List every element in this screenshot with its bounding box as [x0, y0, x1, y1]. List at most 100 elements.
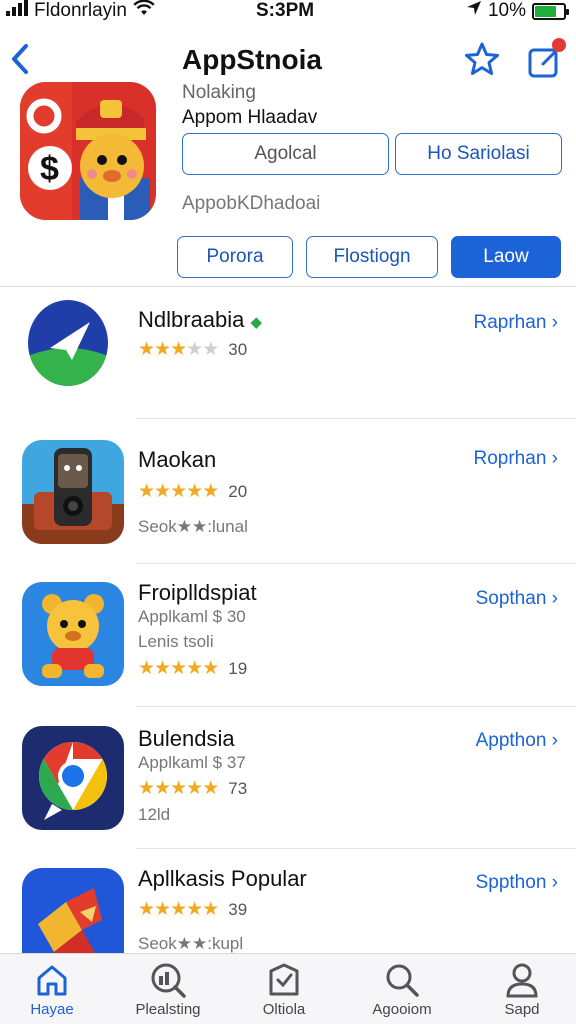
rating-stars: ★★★★★ 39: [138, 898, 247, 921]
header-button-1[interactable]: Agolcal: [182, 133, 389, 175]
shield-icon: [269, 963, 299, 996]
app-name: Maokan: [138, 447, 217, 472]
tab-label: Hayae: [30, 1001, 74, 1018]
row-action-link[interactable]: Appthon ›: [476, 730, 558, 752]
app-name: Froiplldspiat: [138, 580, 257, 605]
row-action-link[interactable]: Sopthan ›: [476, 588, 558, 610]
status-left: Fldonrlayin: [6, 0, 155, 22]
battery-level: [535, 5, 556, 17]
wifi-icon: [133, 0, 155, 22]
rating-count: 20: [228, 481, 248, 501]
tab-search[interactable]: Agooiom: [352, 962, 452, 1018]
app-name: Bulendsia: [138, 726, 235, 751]
cartoon-duck-icon: $: [20, 82, 156, 220]
rating-stars: ★★★★★ 19: [138, 657, 247, 680]
row-divider: [136, 563, 576, 564]
row-divider: [136, 418, 576, 419]
app-subtitle: Nolaking: [182, 82, 256, 103]
status-time: S:3PM: [256, 0, 315, 21]
rating-star-icon: ★: [202, 899, 219, 920]
person-icon: [506, 963, 538, 998]
row-action-link[interactable]: Roprhan ›: [474, 448, 559, 470]
tab-charts[interactable]: Plealsting: [118, 962, 218, 1018]
app-detail-line: Seok★★:kupl: [138, 934, 244, 953]
app-name: Apllkasis Popular: [138, 866, 307, 891]
rating-star-icon: ★: [202, 658, 219, 679]
rating-star-icon: ★: [186, 481, 203, 502]
rating-star-icon: ★: [138, 339, 155, 360]
list-item[interactable]: Maokan ★★★★★ 20 Seok★★:lunal Roprhan ›: [0, 420, 576, 560]
status-bar: Fldonrlayin S:3PM 10%: [0, 0, 576, 24]
tab-label: Sapd: [504, 1001, 540, 1018]
app-meta: AppobKDhadoai: [182, 193, 321, 214]
rating-star-icon: ★: [170, 899, 187, 920]
status-right: 10%: [466, 0, 569, 22]
rating-count: 39: [228, 899, 248, 919]
phone-character-icon: [22, 440, 124, 544]
share-button[interactable]: [524, 38, 568, 80]
rating-star-icon: ★: [202, 481, 219, 502]
tab-label: Oltiola: [262, 1001, 306, 1018]
row-action-link[interactable]: Sppthon ›: [476, 872, 558, 894]
rating-star-icon: ★: [186, 339, 203, 360]
rating-star-icon: ★: [154, 339, 171, 360]
segment-button-3[interactable]: Laow: [451, 236, 561, 278]
tab-label: Plealsting: [135, 1001, 201, 1018]
list-item[interactable]: Apllkasis Popular ★★★★★ 39 Seok★★:kupl S…: [0, 852, 576, 972]
rating-star-icon: ★: [154, 658, 171, 679]
app-detail-line: Applkaml $ 37: [138, 753, 246, 772]
list-item[interactable]: Froiplldspiat Applkaml $ 30 Lenis tsoli …: [0, 566, 576, 706]
rating-star-icon: ★: [138, 658, 155, 679]
rating-count: 30: [228, 339, 248, 359]
star-outline-icon: [465, 42, 499, 75]
rating-star-icon: ★: [138, 481, 155, 502]
app-detail-line: Seok★★:lunal: [138, 517, 248, 536]
home-icon: [37, 965, 67, 996]
list-item[interactable]: Ndlbraabia ◆ ★★★★★ 30 Raprhan ›: [0, 290, 576, 420]
rating-star-icon: ★: [138, 899, 155, 920]
tab-bar: Hayae Plealsting Oltiola Agooiom Sapd: [0, 953, 576, 1024]
rating-star-icon: ★: [186, 658, 203, 679]
back-button[interactable]: [6, 40, 34, 80]
list-item[interactable]: Bulendsia Applkaml $ 37 ★★★★★ 73 12ld Ap…: [0, 710, 576, 850]
rating-star-icon: ★: [154, 899, 171, 920]
search-icon: [386, 964, 419, 997]
segment-button-2[interactable]: Flostiogn: [306, 236, 438, 278]
tab-home[interactable]: Hayae: [2, 962, 102, 1018]
rating-star-icon: ★: [170, 658, 187, 679]
app-detail-line: 12ld: [138, 805, 171, 824]
favorite-button[interactable]: [462, 40, 502, 80]
rating-star-icon: ★: [154, 778, 171, 799]
rating-stars: ★★★★★ 20: [138, 480, 247, 503]
app-detail-line: Lenis tsoli: [138, 632, 214, 651]
rating-star-icon: ★: [170, 778, 187, 799]
signal-bars-icon: [6, 0, 28, 22]
row-action-link[interactable]: Raprhan ›: [474, 312, 559, 334]
rating-stars: ★★★★★ 73: [138, 777, 247, 800]
header-button-2[interactable]: Ho Sariolasi: [395, 133, 562, 175]
rating-star-icon: ★: [170, 339, 187, 360]
chart-search-icon: [151, 963, 186, 998]
row-divider: [136, 848, 576, 849]
paper-plane-icon: [28, 300, 108, 386]
rating-star-icon: ★: [138, 778, 155, 799]
location-arrow-icon: [466, 0, 482, 22]
battery-percent: 10%: [487, 0, 526, 21]
rating-count: 73: [228, 778, 248, 798]
chrome-icon: [22, 726, 124, 830]
page-title: AppStnoia: [182, 44, 322, 75]
notification-badge: [552, 38, 566, 52]
app-detail-line: Applkaml $ 30: [138, 607, 246, 626]
segment-button-1[interactable]: Porora: [177, 236, 293, 278]
app-name: Ndlbraabia ◆: [138, 307, 263, 332]
tab-shield[interactable]: Oltiola: [234, 962, 334, 1018]
featured-app-icon[interactable]: $: [20, 82, 156, 220]
rating-star-icon: ★: [186, 778, 203, 799]
tab-label: Agooiom: [372, 1001, 432, 1018]
tab-profile[interactable]: Sapd: [472, 962, 572, 1018]
rating-star-icon: ★: [186, 899, 203, 920]
app-developer: Appom Hlaadav: [182, 107, 318, 128]
rating-star-icon: ★: [202, 339, 219, 360]
rating-star-icon: ★: [202, 778, 219, 799]
battery-icon: [532, 2, 569, 20]
